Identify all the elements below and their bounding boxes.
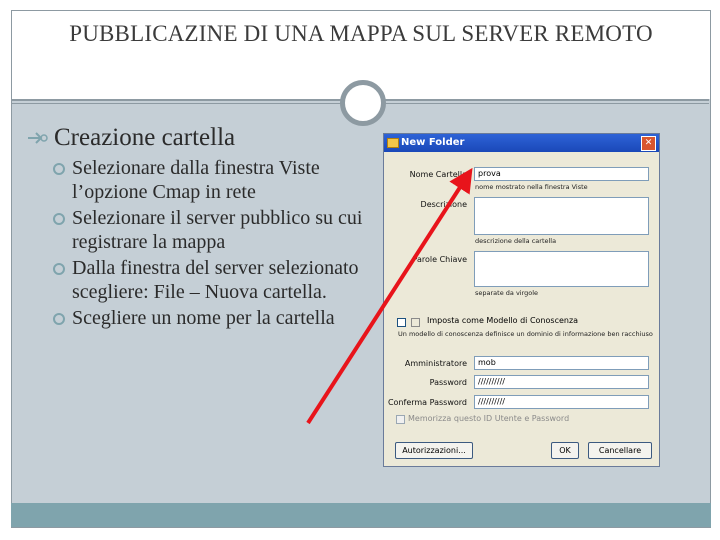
bullet-circle-icon bbox=[53, 163, 65, 175]
bullet-circle-icon bbox=[53, 213, 65, 225]
permissions-button[interactable]: Autorizzazioni... bbox=[395, 442, 473, 459]
list-item-text: Selezionare il server pubblico su cui re… bbox=[72, 207, 363, 253]
admin-field[interactable]: mob bbox=[474, 356, 649, 370]
list-item: Scegliere un nome per la cartella bbox=[26, 306, 376, 330]
name-hint: nome mostrato nella finestra Viste bbox=[475, 183, 588, 191]
knowledge-model-checkbox[interactable] bbox=[397, 318, 406, 327]
slide-title: PUBBLICAZINE DI UNA MAPPA SUL SERVER REM… bbox=[69, 21, 653, 46]
knowledge-model-hint: Un modello di conoscenza definisce un do… bbox=[398, 330, 653, 338]
decorative-circle bbox=[340, 80, 386, 126]
bottom-bar bbox=[11, 503, 711, 527]
bullet-arrow-icon bbox=[28, 132, 48, 144]
list-item-text: Selezionare dalla finestra Viste l’opzio… bbox=[72, 157, 320, 203]
new-folder-dialog: New Folder ✕ Nome Cartella prova nome mo… bbox=[383, 133, 660, 467]
keywords-label: Parole Chiave bbox=[412, 255, 468, 264]
knowledge-model-label: Imposta come Modello di Conoscenza bbox=[427, 316, 579, 325]
list-item: Selezionare dalla finestra Viste l’opzio… bbox=[26, 156, 376, 204]
cancel-button[interactable]: Cancellare bbox=[588, 442, 652, 459]
bullet-circle-icon bbox=[53, 313, 65, 325]
bullet-circle-icon bbox=[53, 263, 65, 275]
remember-label: Memorizza questo ID Utente e Password bbox=[408, 414, 570, 423]
keywords-hint: separate da virgole bbox=[475, 289, 539, 297]
name-field[interactable]: prova bbox=[474, 167, 649, 181]
folder-icon bbox=[387, 138, 399, 148]
description-field[interactable] bbox=[474, 197, 649, 235]
knowledge-model-icon bbox=[411, 318, 420, 327]
list-item-text: Dalla finestra del server selezionato sc… bbox=[72, 257, 359, 303]
list-item: Selezionare il server pubblico su cui re… bbox=[26, 206, 376, 254]
remember-checkbox[interactable] bbox=[396, 415, 405, 424]
bullet-list: Creazione cartella Selezionare dalla fin… bbox=[26, 122, 376, 330]
heading-bullet: Creazione cartella bbox=[26, 122, 376, 154]
confirm-password-field[interactable]: ////////// bbox=[474, 395, 649, 409]
heading-text: Creazione cartella bbox=[54, 124, 236, 151]
name-label: Nome Cartella bbox=[409, 170, 467, 179]
admin-label: Amministratore bbox=[404, 359, 467, 368]
dialog-titlebar: New Folder ✕ bbox=[384, 134, 659, 152]
description-label: Descrizione bbox=[420, 200, 467, 209]
confirm-password-label: Conferma Password bbox=[387, 398, 467, 407]
keywords-field[interactable] bbox=[474, 251, 649, 287]
password-field[interactable]: ////////// bbox=[474, 375, 649, 389]
list-item: Dalla finestra del server selezionato sc… bbox=[26, 256, 376, 304]
dialog-title: New Folder bbox=[401, 137, 465, 148]
close-button[interactable]: ✕ bbox=[641, 136, 656, 151]
description-hint: descrizione della cartella bbox=[475, 237, 557, 245]
ok-button[interactable]: OK bbox=[551, 442, 579, 459]
password-label: Password bbox=[429, 378, 467, 387]
list-item-text: Scegliere un nome per la cartella bbox=[72, 307, 335, 329]
